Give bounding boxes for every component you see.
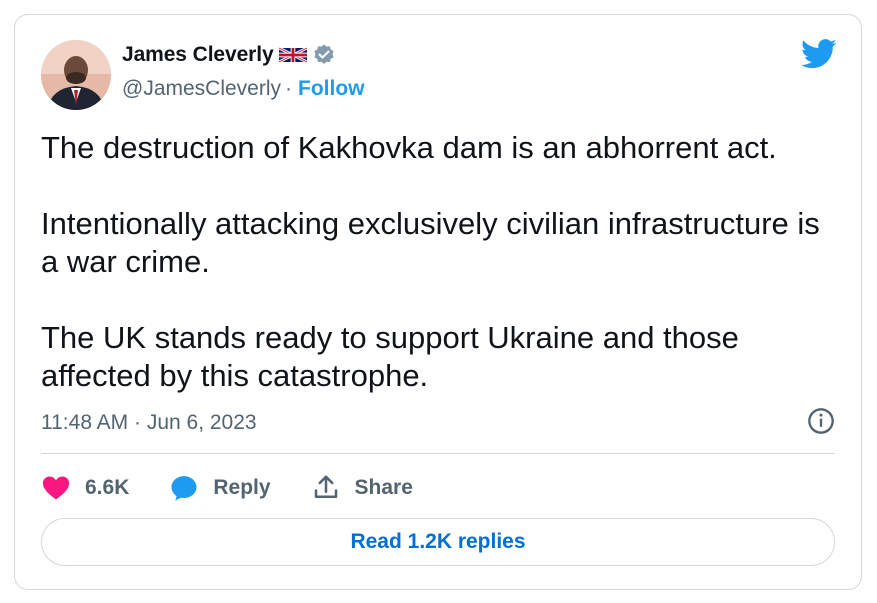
tweet-paragraph: The destruction of Kakhovka dam is an ab… [41,130,777,165]
like-button[interactable]: 6.6K [41,473,129,503]
share-icon [314,475,337,498]
twitter-bird-icon[interactable] [801,39,837,69]
share-button[interactable]: Share [311,473,413,503]
like-count: 6.6K [85,476,130,499]
heart-icon [42,476,70,500]
share-label: Share [354,476,413,499]
uk-flag-icon [278,46,307,64]
author-name-row[interactable]: James Cleverly [122,43,336,67]
read-replies-button[interactable]: Read 1.2K replies [41,518,835,566]
follow-button[interactable]: Follow [298,77,365,101]
divider [41,453,835,454]
tweet-paragraph: Intentionally attacking exclusively civi… [41,206,820,279]
tweet-text: The destruction of Kakhovka dam is an ab… [41,129,841,395]
tweet-actions: 6.6K Reply Share [41,471,453,505]
author-handle[interactable]: @JamesCleverly [122,77,281,101]
info-icon[interactable] [807,407,835,435]
tweet-paragraph: The UK stands ready to support Ukraine a… [41,320,739,393]
reply-label: Reply [213,476,271,499]
reply-button[interactable]: Reply [169,473,271,503]
reply-bubble-icon [171,476,197,501]
tweet-card: James Cleverly @JamesCleverly · Follow T… [14,14,862,590]
verified-badge-icon [313,44,334,64]
author-handle-row: @JamesCleverly · Follow [122,77,365,101]
tweet-timestamp[interactable]: 11:48 AM · Jun 6, 2023 [41,411,257,435]
separator-dot: · [285,77,293,100]
author-name[interactable]: James Cleverly [122,43,274,67]
avatar[interactable] [41,40,111,110]
